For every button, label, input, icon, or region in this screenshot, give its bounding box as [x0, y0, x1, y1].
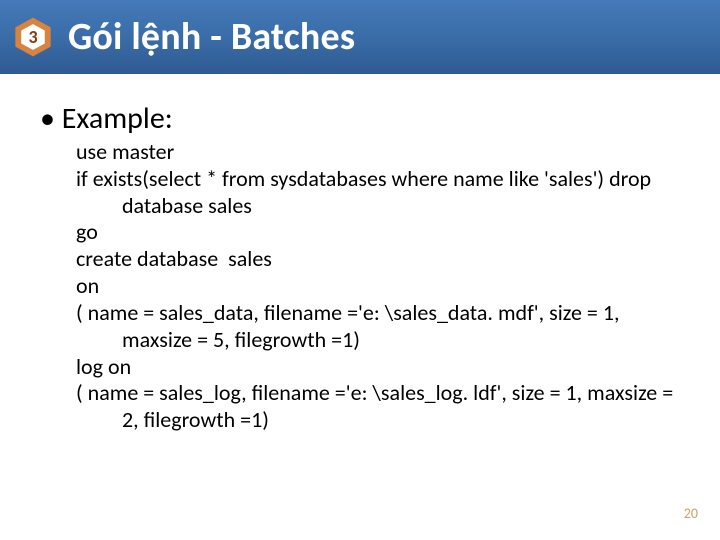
hexagon-badge: 3 [12, 16, 54, 58]
code-line: create database sales [76, 246, 690, 273]
code-line: on [76, 273, 690, 300]
code-line: ( name = sales_log, filename ='e: \sales… [76, 380, 690, 434]
code-line: log on [76, 354, 690, 381]
code-line: if exists(select * from sysdatabases whe… [76, 166, 690, 220]
code-line: go [76, 219, 690, 246]
badge-number: 3 [28, 28, 37, 46]
code-block: use master if exists(select * from sysda… [76, 139, 690, 434]
slide-header: 3 Gói lệnh - Batches [0, 0, 720, 74]
code-line: use master [76, 139, 690, 166]
slide-content: Example: use master if exists(select * f… [0, 74, 720, 434]
bullet-example-label: Example: [40, 100, 690, 137]
code-line: ( name = sales_data, filename ='e: \sale… [76, 300, 690, 354]
page-number: 20 [684, 505, 698, 522]
slide-title: Gói lệnh - Batches [68, 14, 355, 60]
